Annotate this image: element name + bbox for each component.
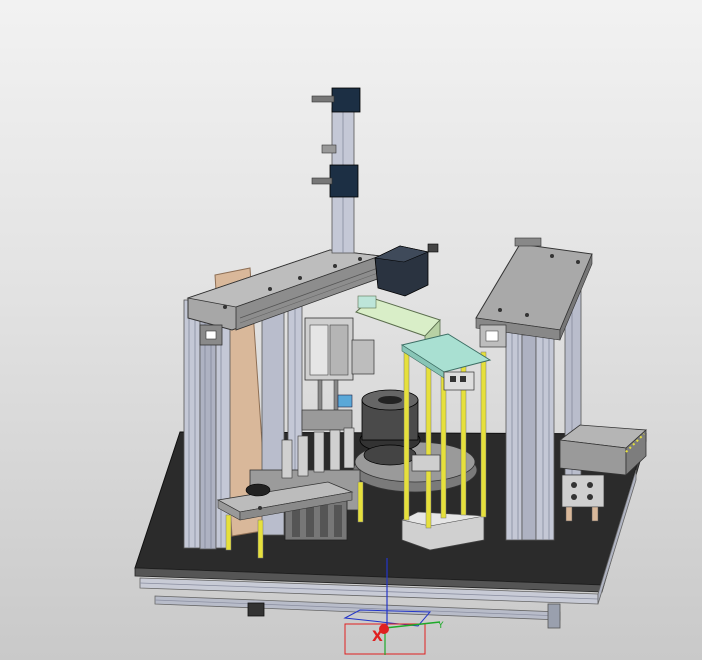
servo-motor[interactable] bbox=[373, 243, 439, 297]
cad-viewport[interactable]: X Y bbox=[0, 0, 702, 660]
vertical-cylinder-assembly[interactable] bbox=[311, 87, 361, 254]
triad-x-label: X bbox=[372, 629, 383, 645]
triad-y-label: Y bbox=[437, 621, 444, 631]
